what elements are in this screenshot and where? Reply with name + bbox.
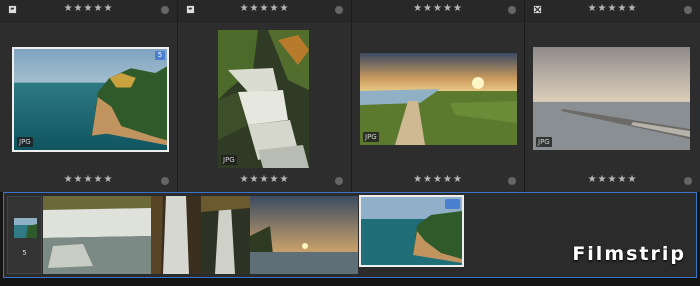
cell-footer: ★★★★★: [352, 171, 524, 192]
cell-header: ★★★★★: [0, 0, 177, 22]
flag-icon[interactable]: [8, 5, 17, 14]
waterfall-wide-photo: [43, 196, 151, 274]
star-rating[interactable]: ★★★★★: [413, 3, 463, 14]
filmstrip-selected-thumbnail[interactable]: [359, 195, 464, 267]
filmstrip-thumbnail[interactable]: [250, 196, 358, 274]
color-label-dot[interactable]: [335, 177, 343, 185]
star-rating[interactable]: ★★★★★: [588, 3, 638, 14]
cell-footer: ★★★★★: [0, 171, 177, 192]
file-type-badge: JPG: [363, 132, 379, 142]
lake-cliff-photo: [14, 49, 167, 150]
color-label-dot[interactable]: [335, 6, 343, 14]
sunset-shore-photo: [250, 196, 358, 274]
cloud-sync-icon: [445, 199, 460, 209]
dune-sunset-photo: [360, 53, 517, 145]
cell-header: ★★★★★: [525, 0, 700, 22]
star-rating-bottom[interactable]: ★★★★★: [240, 174, 290, 185]
star-rating-bottom[interactable]: ★★★★★: [413, 174, 463, 185]
filmstrip-thumbnail[interactable]: [201, 196, 250, 274]
star-rating[interactable]: ★★★★★: [64, 3, 114, 14]
photo-thumbnail[interactable]: JPG: [218, 30, 309, 168]
stack-preview: [14, 218, 37, 238]
filmstrip-thumbnail[interactable]: [43, 196, 151, 274]
star-rating-bottom[interactable]: ★★★★★: [588, 174, 638, 185]
flag-icon[interactable]: [533, 5, 542, 14]
flag-icon[interactable]: [186, 5, 195, 14]
filmstrip-label: Filmstrip: [572, 243, 686, 265]
cascade-photo: [151, 196, 201, 274]
grid-cell[interactable]: ★★★★★ JPG ★★★★★: [178, 0, 352, 192]
cell-footer: ★★★★★: [178, 171, 351, 192]
stack-count-badge[interactable]: 5: [155, 51, 165, 60]
color-label-dot[interactable]: [161, 177, 169, 185]
color-label-dot[interactable]: [508, 177, 516, 185]
forest-falls-photo: [201, 196, 250, 274]
breakwater-photo: [533, 47, 690, 150]
cell-header: ★★★★★: [352, 0, 524, 22]
photo-thumbnail[interactable]: JPG: [533, 47, 690, 150]
photo-thumbnail[interactable]: JPG: [360, 53, 517, 145]
filmstrip-thumbnail[interactable]: [151, 196, 201, 274]
file-type-badge: JPG: [17, 137, 33, 147]
waterfall-photo: [218, 30, 309, 168]
library-grid: ★★★★★ JPG 5 ★★★★★ ★★★★★ JPG ★★★★★ ★★★★★ …: [0, 0, 700, 192]
stack-thumbnail[interactable]: 5: [7, 196, 42, 274]
grid-cell[interactable]: ★★★★★ JPG ★★★★★: [525, 0, 700, 192]
cell-header: ★★★★★: [178, 0, 351, 22]
cell-footer: ★★★★★: [525, 171, 700, 192]
color-label-dot[interactable]: [508, 6, 516, 14]
file-type-badge: JPG: [221, 155, 237, 165]
grid-cell[interactable]: ★★★★★ JPG ★★★★★: [352, 0, 525, 192]
grid-cell[interactable]: ★★★★★ JPG 5 ★★★★★: [0, 0, 178, 192]
star-rating-bottom[interactable]: ★★★★★: [64, 174, 114, 185]
file-type-badge: JPG: [536, 137, 552, 147]
color-label-dot[interactable]: [684, 6, 692, 14]
filmstrip-panel[interactable]: 5 Filmstrip: [3, 192, 697, 278]
color-label-dot[interactable]: [684, 177, 692, 185]
photo-thumbnail[interactable]: JPG 5: [12, 47, 169, 152]
color-label-dot[interactable]: [161, 6, 169, 14]
star-rating[interactable]: ★★★★★: [240, 3, 290, 14]
stack-count: 5: [22, 249, 27, 257]
